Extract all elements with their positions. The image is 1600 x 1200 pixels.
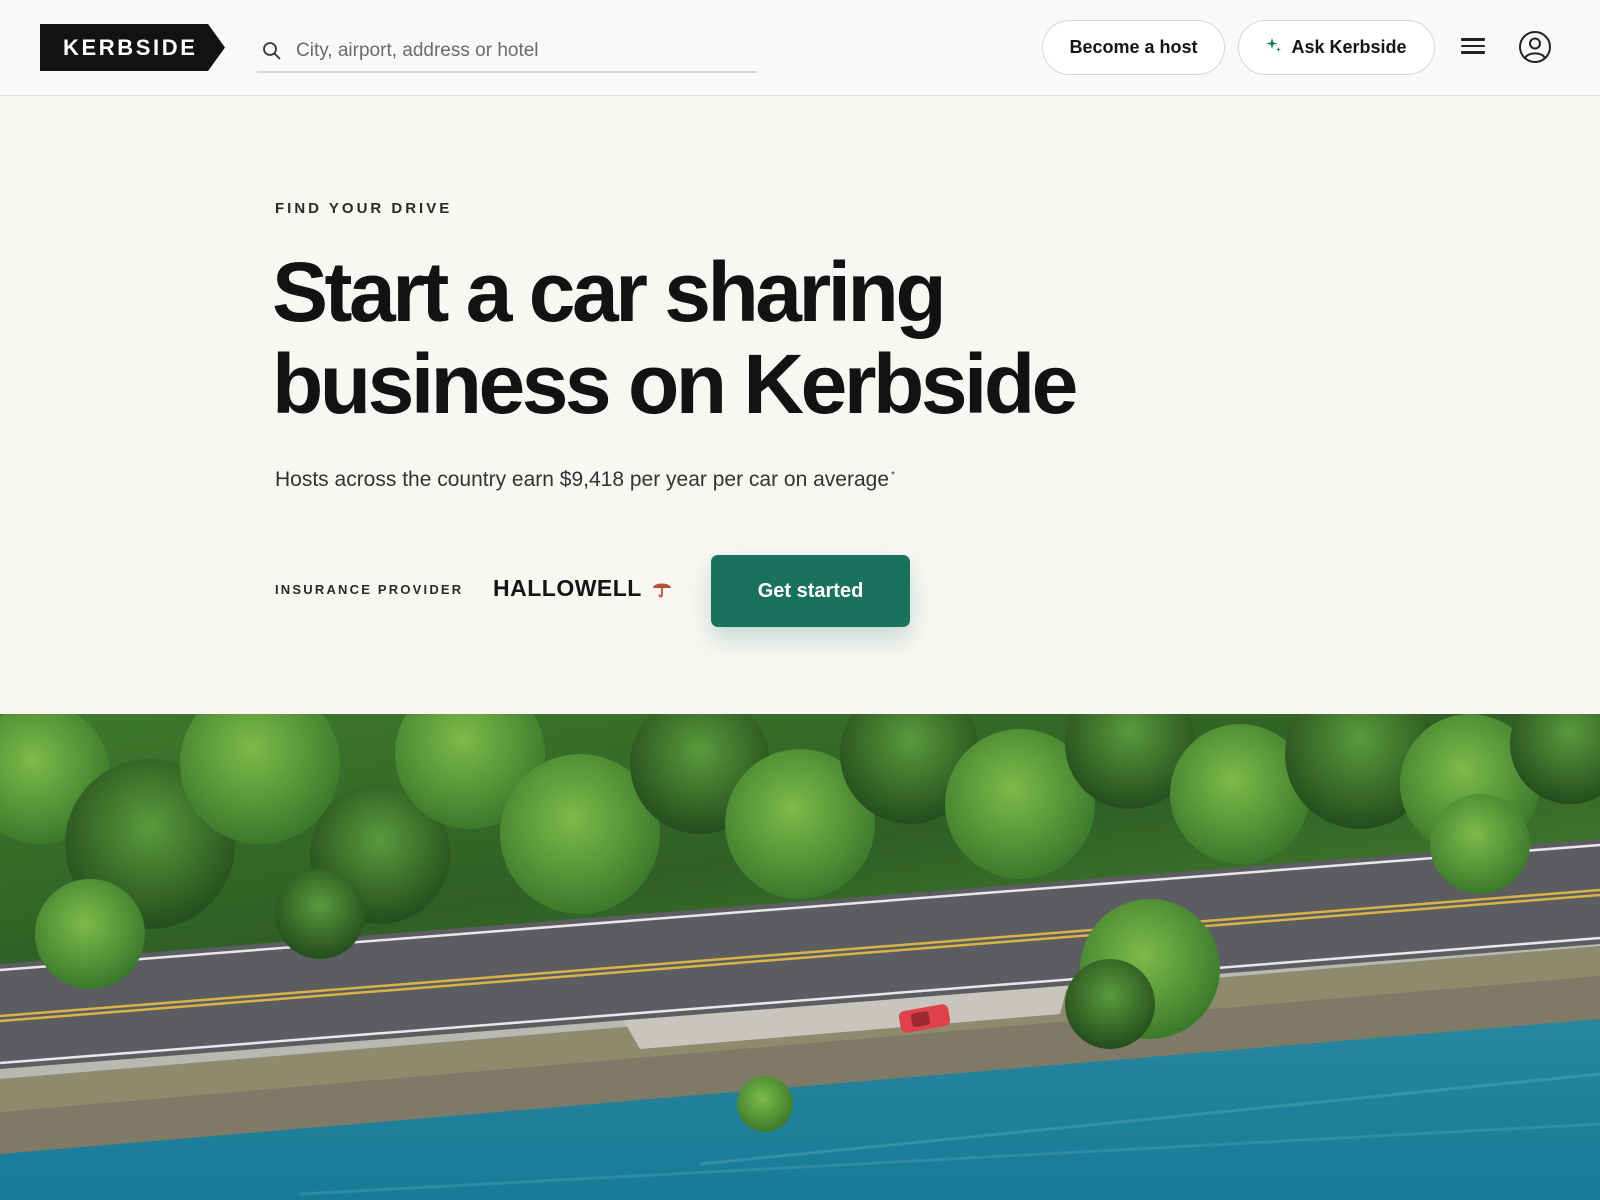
insurance-brand-logo: HALLOWELL (493, 575, 672, 602)
become-host-button[interactable]: Become a host (1042, 20, 1225, 75)
headline-line-1: Start a car sharing (272, 245, 947, 339)
top-navigation-bar: KERBSIDE Become a host Ask Kerbside (0, 0, 1600, 96)
ask-kerbside-button[interactable]: Ask Kerbside (1238, 20, 1435, 75)
search-icon (263, 41, 281, 59)
headline-line-2: business on Kerbside (272, 337, 1078, 431)
ask-kerbside-label: Ask Kerbside (1291, 37, 1407, 57)
umbrella-icon (652, 583, 671, 597)
aerial-road-image (0, 714, 1600, 1200)
logo-text: KERBSIDE (63, 34, 198, 60)
get-started-button[interactable]: Get started (711, 555, 910, 627)
hamburger-menu-icon[interactable] (1458, 35, 1488, 61)
sparkle-icon (1266, 37, 1282, 58)
earnings-text: Hosts across the country earn $9,418 per… (275, 468, 890, 491)
insurance-brand-name: HALLOWELL (493, 575, 642, 601)
kerbside-logo[interactable]: KERBSIDE (40, 24, 225, 71)
search-bar[interactable] (257, 30, 757, 73)
search-input[interactable] (296, 39, 736, 62)
footnote-marker: * (891, 470, 895, 481)
hero-subtext: Hosts across the country earn $9,418 per… (275, 468, 895, 492)
account-icon[interactable] (1518, 30, 1552, 64)
insurance-provider-label: INSURANCE PROVIDER (275, 582, 464, 597)
hero-section: FIND YOUR DRIVE Start a car sharing busi… (0, 96, 1600, 714)
hero-headline: Start a car sharing business on Kerbside (272, 246, 1172, 430)
hero-eyebrow: FIND YOUR DRIVE (275, 200, 453, 217)
become-host-label: Become a host (1069, 37, 1198, 57)
